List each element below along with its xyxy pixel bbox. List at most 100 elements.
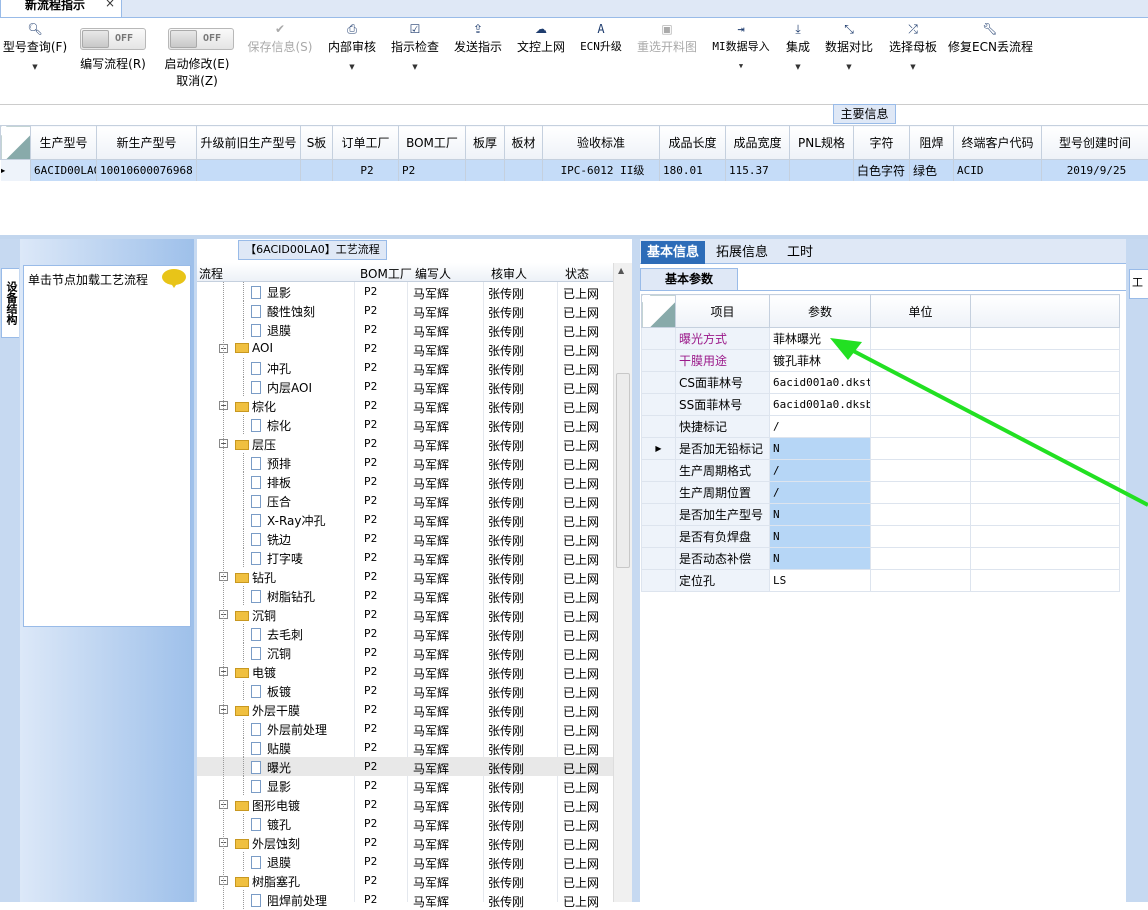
tree-step-node[interactable]: 铣边P2马军辉张传刚已上网 (197, 529, 615, 548)
select-master-button[interactable]: ⤮ 选择母板 ▼ (886, 22, 940, 71)
cell[interactable]: P2 (333, 160, 399, 181)
tree-step-node[interactable]: 压合P2马军辉张传刚已上网 (197, 491, 615, 510)
param-unit[interactable] (871, 482, 971, 504)
save-info-button[interactable]: ✔ 保存信息(S) (244, 22, 316, 55)
param-unit[interactable] (871, 328, 971, 350)
param-value[interactable]: 6acid001a0.dksb (770, 394, 871, 416)
col-header[interactable]: 终端客户代码 (954, 126, 1042, 160)
grid-corner[interactable] (1, 126, 31, 160)
param-unit[interactable] (871, 504, 971, 526)
tree-step-node[interactable]: 冲孔P2马军辉张传刚已上网 (197, 358, 615, 377)
param-value[interactable]: N (770, 526, 871, 548)
tree-step-node[interactable]: 沉铜P2马军辉张传刚已上网 (197, 643, 615, 662)
param-unit[interactable] (871, 416, 971, 438)
param-unit[interactable] (871, 526, 971, 548)
data-compare-button[interactable]: ⤡ 数据对比 ▼ (822, 22, 876, 71)
repair-ecn-button[interactable]: 🔧︎ 修复ECN丢流程 (948, 22, 1032, 55)
tree-col-status[interactable]: 状态 (565, 265, 589, 282)
col-header[interactable]: 升级前旧生产型号 (197, 126, 301, 160)
doc-tab-new-flow[interactable]: 新流程指示 × (0, 0, 122, 18)
col-header[interactable]: 型号创建时间 (1042, 126, 1148, 160)
write-flow-toggle[interactable]: OFF (80, 28, 146, 50)
cell[interactable]: 2019/9/25 (1042, 160, 1148, 181)
tree-step-node[interactable]: X-Ray冲孔P2马军辉张传刚已上网 (197, 510, 615, 529)
upload-doc-button[interactable]: ☁ 文控上网 (515, 22, 567, 55)
tree-col-reviewer[interactable]: 核审人 (491, 265, 527, 282)
tree-folder-node[interactable]: −电镀P2马军辉张传刚已上网 (197, 662, 615, 681)
tab-work-hours[interactable]: 工时 (781, 241, 819, 264)
col-header[interactable]: 新生产型号 (97, 126, 197, 160)
tab-device-structure[interactable]: 设备结构 (1, 268, 19, 338)
tree-step-node[interactable]: 棕化P2马军辉张传刚已上网 (197, 415, 615, 434)
param-row[interactable]: 生产周期格式/ (642, 460, 1120, 482)
param-unit[interactable] (871, 438, 971, 460)
param-value[interactable]: 6acid001a0.dkst (770, 372, 871, 394)
param-row[interactable]: 快捷标记/ (642, 416, 1120, 438)
param-value[interactable]: / (770, 416, 871, 438)
vertical-splitter[interactable] (632, 239, 640, 902)
tree-folder-node[interactable]: −外层蚀刻P2马军辉张传刚已上网 (197, 833, 615, 852)
cell[interactable]: 115.37 (726, 160, 790, 181)
param-row[interactable]: SS面菲林号6acid001a0.dksb (642, 394, 1120, 416)
tab-process[interactable]: 工艺 (1129, 269, 1148, 299)
cell[interactable]: P2 (399, 160, 466, 181)
tree-step-node[interactable]: 内层AOIP2马军辉张传刚已上网 (197, 377, 615, 396)
tree-step-node[interactable]: 贴膜P2马军辉张传刚已上网 (197, 738, 615, 757)
param-unit[interactable] (871, 548, 971, 570)
cell[interactable]: 绿色 (910, 160, 954, 181)
tree-step-node[interactable]: 树脂钻孔P2马军辉张传刚已上网 (197, 586, 615, 605)
cell[interactable] (197, 160, 301, 181)
tree-step-node[interactable]: 打字唛P2马军辉张传刚已上网 (197, 548, 615, 567)
cell[interactable]: 白色字符 (854, 160, 910, 181)
col-header[interactable]: S板 (301, 126, 333, 160)
tree-folder-node[interactable]: −图形电镀P2马军辉张传刚已上网 (197, 795, 615, 814)
param-value[interactable]: N (770, 504, 871, 526)
tab-basic-info[interactable]: 基本信息 (641, 241, 705, 264)
reselect-drawing-button[interactable]: ▣ 重选开料图 (636, 22, 698, 55)
param-unit[interactable] (871, 350, 971, 372)
param-row[interactable]: 是否加生产型号N (642, 504, 1120, 526)
tree-folder-node[interactable]: −树脂塞孔P2马军辉张传刚已上网 (197, 871, 615, 890)
tree-col-bom[interactable]: BOM工厂 (360, 265, 412, 282)
tree-folder-node[interactable]: −棕化P2马军辉张传刚已上网 (197, 396, 615, 415)
tree-folder-node[interactable]: −沉铜P2马军辉张传刚已上网 (197, 605, 615, 624)
col-header[interactable]: 订单工厂 (333, 126, 399, 160)
cell[interactable] (790, 160, 854, 181)
tree-col-writer[interactable]: 编写人 (415, 265, 451, 282)
col-header[interactable]: 字符 (854, 126, 910, 160)
table-row[interactable]: ▶ 6ACID00LA0 10010600076968 P2 P2 IPC-60… (1, 160, 1148, 181)
cell[interactable]: IPC-6012 II级 (543, 160, 660, 181)
param-value[interactable]: / (770, 460, 871, 482)
tree-step-node[interactable]: 显影P2马军辉张传刚已上网 (197, 776, 615, 795)
tree-step-node[interactable]: 退膜P2马军辉张传刚已上网 (197, 852, 615, 871)
tree-step-node[interactable]: 预排P2马军辉张传刚已上网 (197, 453, 615, 472)
cell[interactable] (466, 160, 505, 181)
tree-step-node[interactable]: 镀孔P2马军辉张传刚已上网 (197, 814, 615, 833)
param-unit[interactable] (871, 394, 971, 416)
param-row[interactable]: CS面菲林号6acid001a0.dkst (642, 372, 1120, 394)
col-header[interactable]: 成品宽度 (726, 126, 790, 160)
col-header-unit[interactable]: 单位 (871, 295, 971, 328)
send-instruction-button[interactable]: ⇪ 发送指示 (452, 22, 504, 55)
internal-review-button[interactable]: ⎙ 内部审核 ▼ (326, 22, 378, 71)
chat-bubble-icon[interactable] (162, 269, 186, 285)
tree-step-node[interactable]: 酸性蚀刻P2马军辉张传刚已上网 (197, 301, 615, 320)
cell[interactable]: ACID (954, 160, 1042, 181)
param-value[interactable]: 镀孔菲林 (770, 350, 871, 372)
col-header[interactable]: 验收标准 (543, 126, 660, 160)
scroll-thumb[interactable] (616, 373, 630, 568)
cell[interactable]: 180.01 (660, 160, 726, 181)
tree-step-node[interactable]: 外层前处理P2马军辉张传刚已上网 (197, 719, 615, 738)
scroll-up-icon[interactable]: ▲ (618, 266, 624, 275)
col-header-item[interactable]: 项目 (676, 295, 770, 328)
tree-step-node[interactable]: 曝光P2马军辉张传刚已上网 (197, 757, 615, 776)
col-header[interactable]: 生产型号 (31, 126, 97, 160)
param-row[interactable]: 是否有负焊盘N (642, 526, 1120, 548)
param-row[interactable]: 生产周期位置/ (642, 482, 1120, 504)
param-row[interactable]: 定位孔LS (642, 570, 1120, 592)
tree-step-node[interactable]: 显影P2马军辉张传刚已上网 (197, 282, 615, 301)
close-icon[interactable]: × (105, 0, 115, 9)
main-info-caption[interactable]: 主要信息 (833, 104, 896, 124)
tree-step-node[interactable]: 阻焊前处理P2马军辉张传刚已上网 (197, 890, 615, 909)
tree-step-node[interactable]: 排板P2马军辉张传刚已上网 (197, 472, 615, 491)
